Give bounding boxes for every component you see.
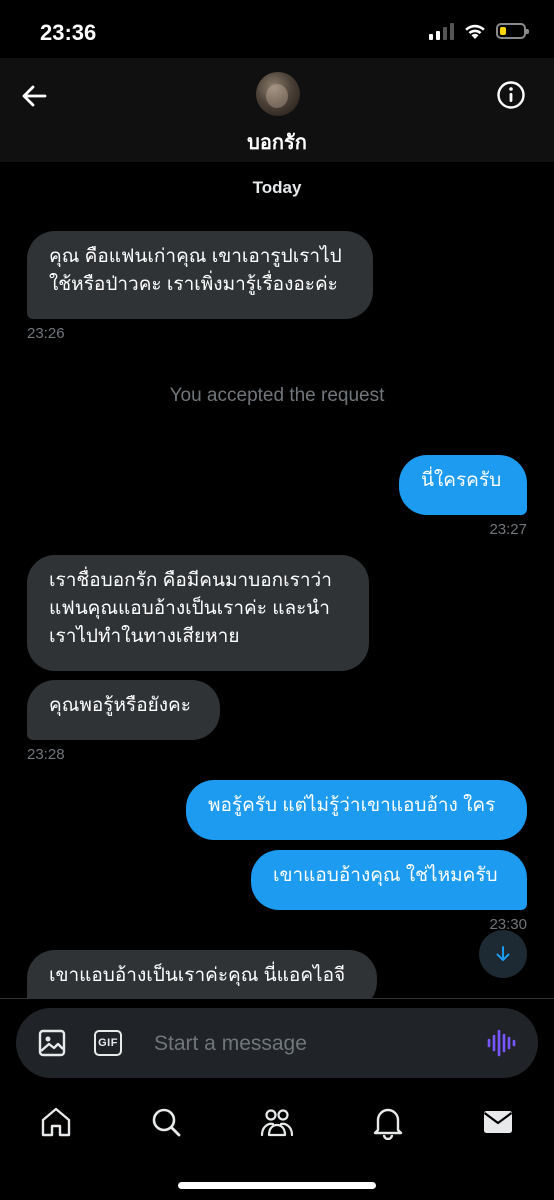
voice-message-icon[interactable] bbox=[486, 1028, 516, 1058]
image-icon[interactable] bbox=[38, 1029, 66, 1057]
battery-level bbox=[500, 27, 506, 35]
day-label: Today bbox=[252, 178, 302, 197]
home-icon[interactable] bbox=[38, 1104, 74, 1140]
message-bubble-incoming[interactable]: คุณพอรู้หรือยังคะ bbox=[27, 680, 220, 740]
message-line: เขาแอบอ้างเป็นเราค่ะคุณ นี่แอคไอจี bbox=[49, 965, 346, 986]
home-indicator bbox=[178, 1182, 376, 1189]
message-line: คุณพอรู้หรือยังคะ bbox=[49, 695, 191, 716]
bottom-navigation bbox=[0, 1094, 554, 1154]
conversation-header: บอกรัก bbox=[0, 58, 554, 162]
message-line: ใช้หรือป่าวคะ เราเพิ่งมารู้เรื่องอะค่ะ bbox=[49, 274, 338, 295]
message-input[interactable] bbox=[152, 1026, 456, 1062]
message-line: เราชื่อบอกรัก คือมีคนมาบอกเราว่า bbox=[49, 570, 332, 591]
message-bubble-incoming[interactable]: เขาแอบอ้างเป็นเราค่ะคุณ นี่แอคไอจี bbox=[27, 950, 377, 998]
message-bubble-incoming[interactable]: คุณ คือแฟนเก่าคุณ เขาเอารูปเราไป ใช้หรือ… bbox=[27, 231, 373, 319]
message-line: แฟนคุณแอบอ้างเป็นเราค่ะ และนำ bbox=[49, 598, 330, 619]
message-time: 23:28 bbox=[27, 746, 65, 763]
messages-icon[interactable] bbox=[480, 1104, 516, 1140]
message-bubble-outgoing[interactable]: เขาแอบอ้างคุณ ใช่ไหมครับ bbox=[251, 850, 527, 910]
gif-button[interactable]: GIF bbox=[94, 1030, 122, 1056]
notifications-icon[interactable] bbox=[370, 1104, 406, 1140]
message-line: นี่ใครครับ bbox=[421, 470, 502, 491]
wifi-icon bbox=[465, 24, 485, 39]
arrow-left-icon[interactable] bbox=[18, 80, 50, 112]
status-time: 23:36 bbox=[40, 20, 97, 45]
message-line: เขาแอบอ้างคุณ ใช่ไหมครับ bbox=[273, 865, 498, 886]
message-time: 23:26 bbox=[27, 325, 65, 342]
avatar[interactable] bbox=[256, 72, 300, 116]
search-icon[interactable] bbox=[148, 1104, 184, 1140]
arrow-down-icon bbox=[496, 946, 510, 961]
message-composer: GIF bbox=[16, 1008, 538, 1078]
contact-name[interactable]: บอกรัก bbox=[0, 126, 554, 158]
message-line: พอรู้ครับ แต่ไม่รู้ว่าเขาแอบอ้าง ใคร bbox=[208, 795, 496, 816]
battery-icon bbox=[496, 23, 529, 39]
message-line: คุณ คือแฟนเก่าคุณ เขาเอารูปเราไป bbox=[49, 246, 342, 267]
scroll-to-bottom-button[interactable] bbox=[479, 930, 527, 978]
system-message: You accepted the request bbox=[169, 385, 385, 406]
message-thread[interactable]: Today คุณ คือแฟนเก่าคุณ เขาเอารูปเราไป ใ… bbox=[0, 162, 554, 998]
message-line: เราไปทำในทางเสียหาย bbox=[49, 626, 240, 647]
message-bubble-incoming[interactable]: เราชื่อบอกรัก คือมีคนมาบอกเราว่า แฟนคุณแ… bbox=[27, 555, 369, 671]
message-bubble-outgoing[interactable]: พอรู้ครับ แต่ไม่รู้ว่าเขาแอบอ้าง ใคร bbox=[186, 780, 527, 840]
status-bar: 23:36 bbox=[0, 0, 554, 64]
message-time: 23:27 bbox=[489, 521, 527, 538]
status-icons bbox=[429, 22, 529, 40]
divider bbox=[0, 998, 554, 999]
communities-icon[interactable] bbox=[259, 1104, 295, 1140]
message-bubble-outgoing[interactable]: นี่ใครครับ bbox=[399, 455, 527, 515]
cellular-signal-icon bbox=[429, 22, 454, 40]
info-circle-icon[interactable] bbox=[496, 80, 526, 110]
